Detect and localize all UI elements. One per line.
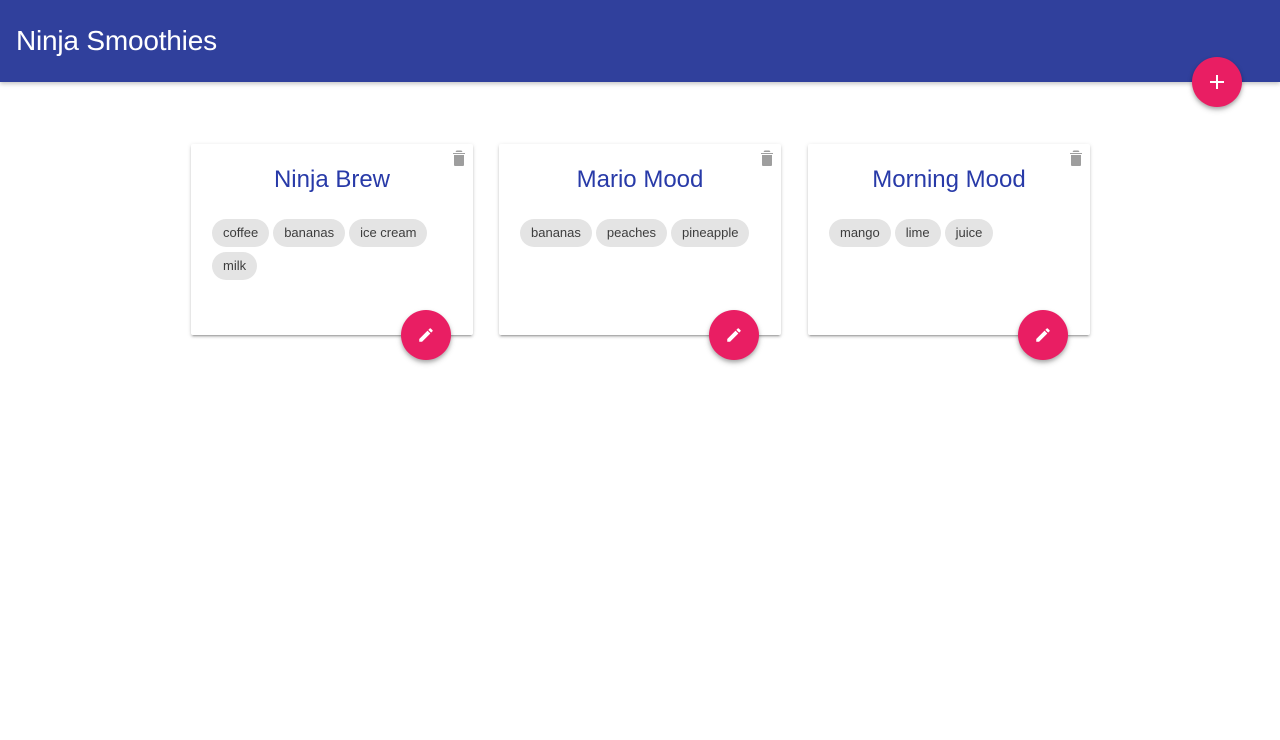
smoothie-title: Ninja Brew	[273, 166, 391, 193]
ingredient-chip: bananas	[520, 219, 592, 247]
add-smoothie-button[interactable]	[1192, 57, 1242, 107]
smoothie-title: Mario Mood	[576, 166, 704, 193]
edit-smoothie-button[interactable]	[709, 310, 759, 360]
plus-icon	[1210, 75, 1224, 89]
edit-smoothie-button[interactable]	[1018, 310, 1068, 360]
ingredient-list: coffee bananas ice cream milk	[212, 219, 452, 280]
pencil-icon	[419, 328, 433, 342]
ingredient-list: mango lime juice	[829, 219, 1069, 247]
ingredient-chip: peaches	[595, 219, 668, 247]
ingredient-chip: ice cream	[349, 219, 428, 247]
edit-smoothie-button[interactable]	[401, 310, 451, 360]
pencil-icon	[727, 328, 741, 342]
ingredient-chip: pineapple	[671, 219, 750, 247]
smoothie-card: Ninja Brew coffee bananas ice cream milk	[191, 144, 473, 360]
smoothie-card: Mario Mood bananas peaches pineapple	[499, 144, 781, 360]
ingredient-chip: lime	[894, 219, 941, 247]
smoothie-title: Morning Mood	[872, 166, 1026, 193]
ingredient-chip: juice	[944, 219, 994, 247]
ingredient-chip: milk	[212, 252, 258, 280]
smoothie-card: Morning Mood mango lime juice	[808, 144, 1090, 360]
ingredient-chip: mango	[829, 219, 891, 247]
top-navbar: Ninja Smoothies	[0, 0, 1280, 82]
pencil-icon	[1036, 328, 1050, 342]
ingredient-list: bananas peaches pineapple	[520, 219, 760, 247]
ingredient-chip: bananas	[273, 219, 346, 247]
ingredient-chip: coffee	[212, 219, 270, 247]
brand-logo[interactable]: Ninja Smoothies	[16, 22, 217, 60]
